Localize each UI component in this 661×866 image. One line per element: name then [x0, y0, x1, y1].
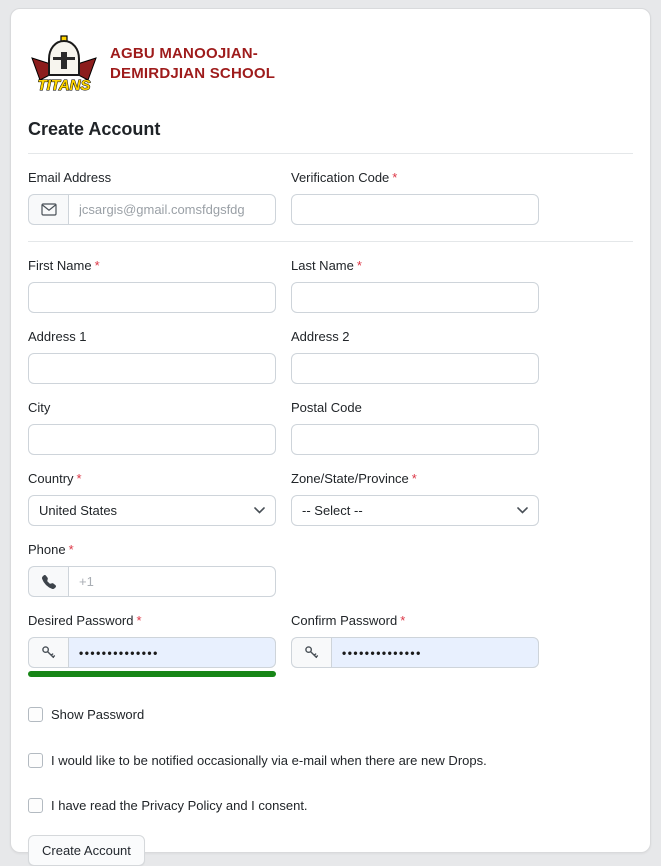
country-zone-row: Country* United States Zone/State/Provin… [28, 471, 633, 526]
divider-section [28, 241, 633, 242]
last-name-label: Last Name* [291, 258, 539, 273]
postal-code-input[interactable] [291, 424, 539, 455]
password-strength-bar [28, 671, 276, 677]
confirm-password-input[interactable] [331, 637, 539, 668]
divider-top [28, 153, 633, 154]
show-password-label: Show Password [51, 707, 144, 722]
create-account-button[interactable]: Create Account [28, 835, 145, 866]
key-icon [28, 637, 68, 668]
desired-password-label: Desired Password* [28, 613, 276, 628]
city-postal-row: City Postal Code [28, 400, 633, 455]
verification-code-input[interactable] [291, 194, 539, 225]
city-input[interactable] [28, 424, 276, 455]
phone-input-group [28, 566, 276, 597]
country-select-value: United States [39, 503, 117, 518]
phone-icon [28, 566, 68, 597]
required-mark: * [95, 258, 100, 273]
required-mark: * [137, 613, 142, 628]
first-name-input[interactable] [28, 282, 276, 313]
email-verification-row: Email Address Verification Code* [28, 170, 633, 225]
school-name-line1: AGBU MANOOJIAN- [110, 44, 275, 64]
country-label: Country* [28, 471, 276, 486]
desired-password-group [28, 637, 276, 668]
required-mark: * [392, 170, 397, 185]
titans-logo: TITANS [28, 35, 100, 93]
verification-code-label: Verification Code* [291, 170, 539, 185]
required-mark: * [357, 258, 362, 273]
key-icon [291, 637, 331, 668]
privacy-policy-link[interactable]: Privacy Policy [141, 798, 222, 813]
required-mark: * [412, 471, 417, 486]
notify-checkbox[interactable] [28, 753, 43, 768]
create-account-card: TITANS AGBU MANOOJIAN- DEMIRDJIAN SCHOOL… [10, 8, 651, 853]
required-mark: * [400, 613, 405, 628]
confirm-password-group [291, 637, 539, 668]
address-row: Address 1 Address 2 [28, 329, 633, 384]
school-name-line2: DEMIRDJIAN SCHOOL [110, 64, 275, 84]
phone-row: Phone* [28, 542, 633, 597]
school-header: TITANS AGBU MANOOJIAN- DEMIRDJIAN SCHOOL [28, 35, 633, 93]
show-password-row: Show Password [28, 707, 633, 722]
notify-row: I would like to be notified occasionally… [28, 753, 633, 768]
zone-select-value: -- Select -- [302, 503, 363, 518]
country-select[interactable]: United States [28, 495, 276, 526]
page-title: Create Account [28, 119, 633, 140]
show-password-checkbox[interactable] [28, 707, 43, 722]
city-label: City [28, 400, 276, 415]
titans-logo-text: TITANS [37, 77, 90, 93]
required-mark: * [77, 471, 82, 486]
zone-select[interactable]: -- Select -- [291, 495, 539, 526]
privacy-label: I have read the Privacy Policy and I con… [51, 798, 308, 813]
privacy-checkbox[interactable] [28, 798, 43, 813]
phone-input[interactable] [68, 566, 276, 597]
phone-label: Phone* [28, 542, 276, 557]
address1-label: Address 1 [28, 329, 276, 344]
required-mark: * [69, 542, 74, 557]
notify-label: I would like to be notified occasionally… [51, 753, 487, 768]
privacy-row: I have read the Privacy Policy and I con… [28, 798, 633, 813]
first-name-label: First Name* [28, 258, 276, 273]
confirm-password-label: Confirm Password* [291, 613, 539, 628]
chevron-down-icon [517, 507, 528, 514]
zone-label: Zone/State/Province* [291, 471, 539, 486]
last-name-input[interactable] [291, 282, 539, 313]
name-row: First Name* Last Name* [28, 258, 633, 313]
address2-label: Address 2 [291, 329, 539, 344]
chevron-down-icon [254, 507, 265, 514]
desired-password-input[interactable] [68, 637, 276, 668]
school-name: AGBU MANOOJIAN- DEMIRDJIAN SCHOOL [110, 44, 275, 85]
email-label: Email Address [28, 170, 276, 185]
password-row: Desired Password* Confirm Password* [28, 613, 633, 677]
address2-input[interactable] [291, 353, 539, 384]
postal-code-label: Postal Code [291, 400, 539, 415]
envelope-icon [28, 194, 68, 225]
email-input[interactable] [68, 194, 276, 225]
email-input-group [28, 194, 276, 225]
address1-input[interactable] [28, 353, 276, 384]
